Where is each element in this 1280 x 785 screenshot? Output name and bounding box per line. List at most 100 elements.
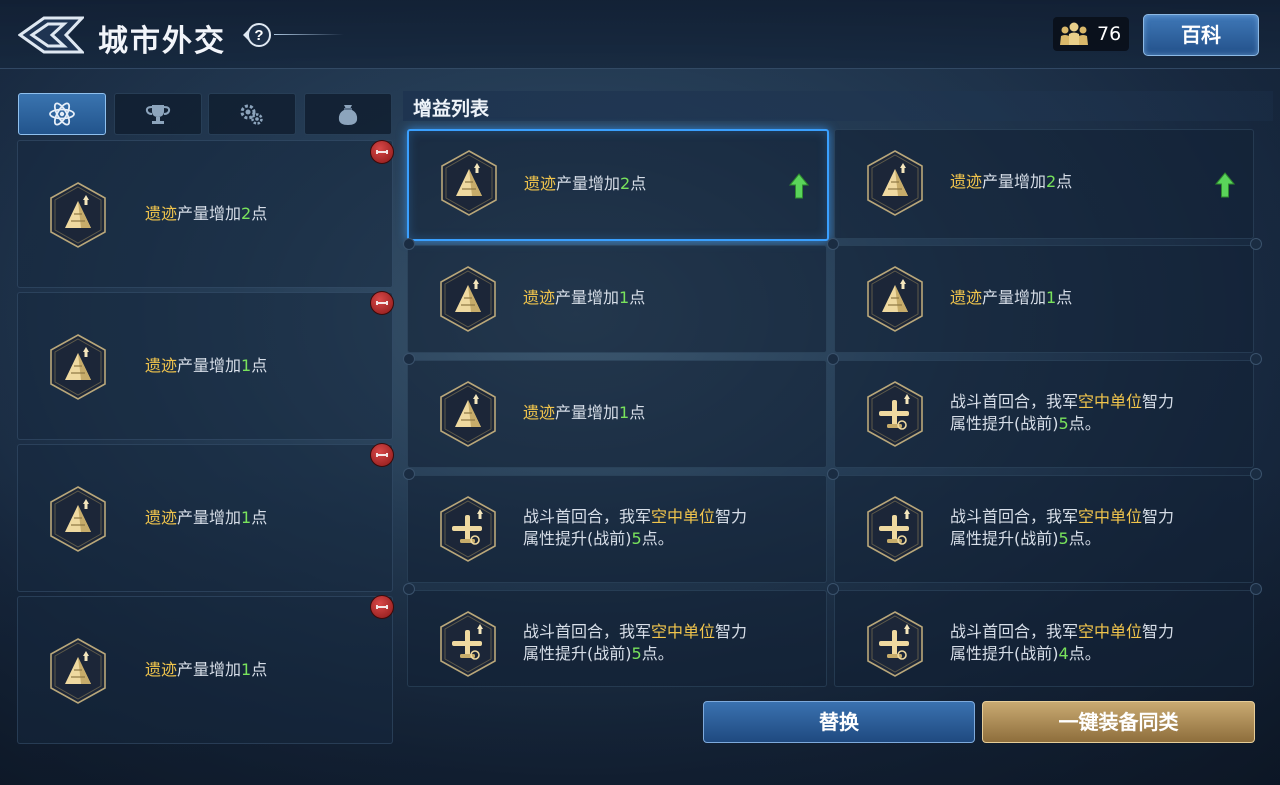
grid-node bbox=[1250, 238, 1262, 250]
title-divider bbox=[274, 34, 344, 35]
text: 点 bbox=[1056, 172, 1073, 191]
equipped-slot[interactable]: 遗迹产量增加1点 bbox=[17, 596, 393, 744]
text: 点 bbox=[251, 356, 268, 375]
text: 点。 bbox=[641, 644, 674, 663]
slot-description: 遗迹产量增加1点 bbox=[145, 507, 267, 529]
text: 产量增加 bbox=[177, 356, 242, 375]
grid-node bbox=[827, 238, 839, 250]
buff-description: 战斗首回合，我军空中单位智力 属性提升(战前)5点。 bbox=[523, 506, 747, 550]
atom-icon bbox=[49, 102, 75, 126]
grid-node bbox=[827, 353, 839, 365]
buff-card[interactable]: 战斗首回合，我军空中单位智力 属性提升(战前)4点。 bbox=[834, 590, 1254, 687]
wiki-button[interactable]: 百科 bbox=[1143, 14, 1259, 56]
buff-description: 遗迹产量增加1点 bbox=[523, 402, 645, 424]
remove-icon[interactable] bbox=[370, 443, 394, 467]
pyramid-icon bbox=[865, 149, 925, 217]
buff-description: 遗迹产量增加1点 bbox=[523, 287, 645, 309]
buff-description: 战斗首回合，我军空中单位智力 属性提升(战前)5点。 bbox=[950, 506, 1174, 550]
text: 战斗首回合，我军 bbox=[950, 392, 1079, 411]
buff-description: 遗迹产量增加2点 bbox=[950, 171, 1072, 193]
buff-card[interactable]: 遗迹产量增加2点 bbox=[407, 129, 829, 241]
pyramid-icon bbox=[438, 380, 498, 448]
text: 产量增加 bbox=[177, 204, 242, 223]
fighter-plane-icon bbox=[438, 610, 498, 678]
text: 属性提升(战前) bbox=[950, 414, 1059, 433]
text: 智力 bbox=[715, 622, 748, 641]
buff-card[interactable]: 遗迹产量增加2点 bbox=[834, 129, 1254, 239]
text: 点。 bbox=[1068, 644, 1101, 663]
svg-text:?: ? bbox=[254, 27, 263, 44]
replace-button[interactable]: 替换 bbox=[703, 701, 975, 743]
equipped-slot[interactable]: 遗迹产量增加1点 bbox=[17, 444, 393, 592]
fighter-plane-icon bbox=[865, 380, 925, 448]
text: 属性提升(战前) bbox=[523, 644, 632, 663]
grid-node bbox=[403, 583, 415, 595]
keyword: 空中单位 bbox=[651, 507, 716, 526]
keyword: 空中单位 bbox=[1078, 507, 1143, 526]
top-bar: 城市外交 ? 76 百科 bbox=[0, 0, 1280, 69]
keyword: 遗迹 bbox=[950, 288, 983, 307]
equipped-slot[interactable]: 遗迹产量增加2点 bbox=[17, 140, 393, 288]
tab-sack[interactable] bbox=[304, 93, 392, 135]
sack-icon bbox=[338, 105, 358, 125]
upgrade-arrow-icon bbox=[1215, 172, 1235, 198]
buff-card[interactable]: 遗迹产量增加1点 bbox=[834, 245, 1254, 353]
keyword: 遗迹 bbox=[145, 356, 178, 375]
fighter-plane-icon bbox=[865, 495, 925, 563]
buff-card[interactable]: 遗迹产量增加1点 bbox=[407, 360, 827, 468]
text: 点 bbox=[630, 174, 647, 193]
value: 1 bbox=[241, 660, 252, 679]
text: 智力 bbox=[1142, 622, 1175, 641]
upgrade-arrow-icon bbox=[789, 173, 809, 199]
grid-node bbox=[403, 353, 415, 365]
grid-node bbox=[403, 238, 415, 250]
value: 2 bbox=[1046, 172, 1057, 191]
text: 属性提升(战前) bbox=[523, 529, 632, 548]
pyramid-icon bbox=[48, 181, 108, 249]
buff-card[interactable]: 战斗首回合，我军空中单位智力 属性提升(战前)5点。 bbox=[834, 360, 1254, 468]
text: 点 bbox=[1056, 288, 1073, 307]
remove-icon[interactable] bbox=[370, 140, 394, 164]
tab-gears[interactable] bbox=[208, 93, 296, 135]
value: 5 bbox=[631, 529, 642, 548]
keyword: 遗迹 bbox=[145, 204, 178, 223]
question-icon[interactable]: ? bbox=[242, 21, 272, 49]
fighter-plane-icon bbox=[865, 610, 925, 678]
buff-description: 遗迹产量增加1点 bbox=[950, 287, 1072, 309]
value: 2 bbox=[241, 204, 252, 223]
buff-card[interactable]: 战斗首回合，我军空中单位智力 属性提升(战前)5点。 bbox=[407, 590, 827, 687]
pyramid-icon bbox=[439, 149, 499, 217]
buff-card[interactable]: 遗迹产量增加1点 bbox=[407, 245, 827, 353]
slot-description: 遗迹产量增加2点 bbox=[145, 203, 267, 225]
text: 产量增加 bbox=[177, 508, 242, 527]
keyword: 遗迹 bbox=[523, 288, 556, 307]
keyword: 空中单位 bbox=[651, 622, 716, 641]
buff-card[interactable]: 战斗首回合，我军空中单位智力 属性提升(战前)5点。 bbox=[407, 475, 827, 583]
grid-node bbox=[827, 583, 839, 595]
keyword: 遗迹 bbox=[950, 172, 983, 191]
grid-node bbox=[827, 468, 839, 480]
keyword: 遗迹 bbox=[523, 403, 556, 422]
remove-icon[interactable] bbox=[370, 595, 394, 619]
remove-icon[interactable] bbox=[370, 291, 394, 315]
keyword: 空中单位 bbox=[1078, 392, 1143, 411]
text: 点。 bbox=[1068, 529, 1101, 548]
text: 属性提升(战前) bbox=[950, 644, 1059, 663]
value: 5 bbox=[631, 644, 642, 663]
keyword: 遗迹 bbox=[524, 174, 557, 193]
text: 点 bbox=[251, 508, 268, 527]
tab-trophy[interactable] bbox=[114, 93, 202, 135]
pyramid-icon bbox=[48, 637, 108, 705]
back-arrow-icon[interactable] bbox=[18, 14, 84, 56]
text: 产量增加 bbox=[555, 288, 620, 307]
equip-all-button[interactable]: 一键装备同类 bbox=[982, 701, 1255, 743]
text: 产量增加 bbox=[556, 174, 621, 193]
page-title: 城市外交 bbox=[98, 24, 226, 59]
slot-description: 遗迹产量增加1点 bbox=[145, 355, 267, 377]
value: 5 bbox=[1058, 414, 1069, 433]
tab-atom[interactable] bbox=[18, 93, 106, 135]
population-display: 76 bbox=[1053, 17, 1129, 51]
buff-card[interactable]: 战斗首回合，我军空中单位智力 属性提升(战前)5点。 bbox=[834, 475, 1254, 583]
text: 点 bbox=[251, 204, 268, 223]
equipped-slot[interactable]: 遗迹产量增加1点 bbox=[17, 292, 393, 440]
